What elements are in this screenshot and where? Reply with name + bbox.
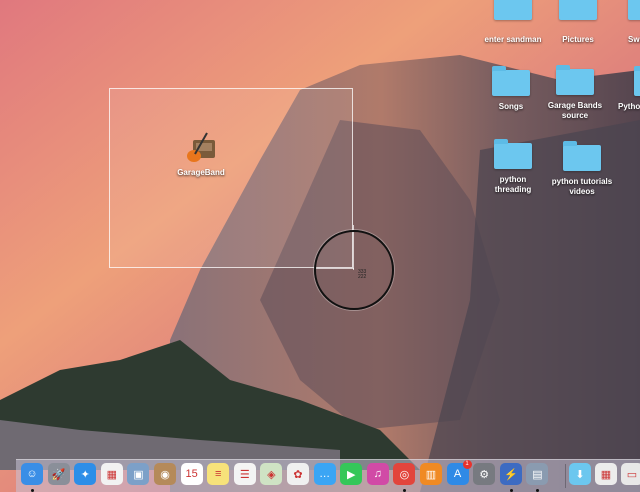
notes-icon: ≡ — [214, 468, 222, 480]
dock-item-launchpad[interactable]: 🚀 — [47, 463, 70, 485]
app-store-icon: A — [453, 468, 462, 480]
dock-item-maps[interactable]: ◈ — [260, 463, 283, 485]
photo-booth-icon: ▦ — [106, 468, 117, 481]
preview-icon: ▣ — [133, 468, 144, 481]
safari-icon: ✦ — [80, 468, 90, 481]
dock-item-chrome[interactable]: ◎ — [393, 463, 416, 485]
garageband-label: GarageBand — [177, 168, 225, 177]
desktop-folder-python-threading[interactable]: python threading — [473, 139, 553, 195]
folder-icon — [494, 139, 532, 169]
folder-icon — [563, 141, 601, 171]
chrome-icon: ◎ — [399, 468, 410, 481]
calendar-icon: 15 — [185, 468, 198, 480]
dock-item-wunderlist[interactable]: ⚡ — [499, 463, 522, 485]
documents-icon: ▦ — [600, 468, 612, 481]
folder-icon — [559, 0, 597, 20]
cursor-coordinates: 333 222 — [358, 269, 367, 280]
dock-item-system-preferences[interactable]: ⚙ — [473, 463, 496, 485]
contacts-icon: ◉ — [160, 468, 170, 481]
selection-rectangle — [109, 88, 353, 268]
garageband-icon — [187, 132, 215, 162]
wunderlist-icon: ⚡ — [503, 468, 518, 481]
itunes-icon: ♫ — [373, 468, 382, 480]
dock-item-image-capture[interactable]: ▤ — [526, 463, 549, 485]
dock-item-facetime[interactable]: ▶ — [340, 463, 363, 485]
messages-icon: … — [319, 468, 331, 480]
dock-item-downloads[interactable]: ⬇ — [569, 463, 591, 485]
dock-item-messages[interactable]: … — [313, 463, 336, 485]
dock-item-calendar[interactable]: 15 — [180, 463, 203, 485]
garageband-app-icon[interactable]: GarageBand — [170, 130, 232, 178]
dock-item-preview[interactable]: ▣ — [127, 463, 150, 485]
maps-icon: ◈ — [267, 468, 276, 481]
files-icon: ▭ — [626, 468, 638, 481]
desktop-folder-python-tutorials-videos[interactable]: python tutorials videos — [542, 141, 622, 197]
folder-icon — [556, 65, 594, 95]
desktop-folder-python[interactable]: Pytho — [602, 66, 640, 112]
launchpad-icon: 🚀 — [51, 468, 66, 481]
dock-item-app-store[interactable]: A1 — [446, 460, 472, 485]
dock-item-contacts[interactable]: ◉ — [154, 463, 176, 485]
dock-item-finder[interactable]: ☺ — [21, 463, 43, 485]
desktop-folder-swi[interactable]: Swi — [602, 0, 640, 45]
folder-icon — [628, 0, 640, 20]
facetime-icon: ▶ — [346, 468, 356, 481]
dock-item-safari[interactable]: ✦ — [74, 463, 97, 485]
downloads-icon: ⬇ — [575, 468, 585, 481]
reminders-icon: ☰ — [239, 468, 250, 481]
dock-item-ibooks[interactable]: ▥ — [420, 463, 442, 485]
notification-badge: 1 — [462, 460, 472, 469]
dock-item-photos[interactable]: ✿ — [287, 463, 309, 485]
screenshot-magnifier-cursor — [314, 230, 394, 310]
folder-icon — [494, 0, 532, 20]
folder-icon — [634, 66, 640, 96]
folder-icon — [492, 66, 530, 96]
photos-icon: ✿ — [293, 468, 303, 481]
dock: ☺ 🚀 ✦ ▦ ▣ ◉ 15 ≡ ☰ ◈ ✿ … ▶ ♫ ◎ ▥ A 1 ⚙ ⚡ ▤ ⬇ ▦ ▭ — [16, 459, 640, 492]
dock-item-documents[interactable]: ▦ — [595, 463, 617, 485]
dock-item-itunes[interactable]: ♫ — [366, 463, 389, 485]
dock-item-files[interactable]: ▭ — [621, 463, 640, 485]
finder-icon: ☺ — [26, 468, 38, 480]
dock-item-notes[interactable]: ≡ — [207, 463, 230, 485]
image-capture-icon: ▤ — [532, 468, 543, 481]
dock-separator — [565, 464, 566, 488]
ibooks-icon: ▥ — [425, 468, 437, 481]
system-preferences-icon: ⚙ — [479, 468, 490, 481]
dock-item-reminders[interactable]: ☰ — [233, 463, 256, 485]
dock-item-photo-booth[interactable]: ▦ — [100, 463, 123, 485]
